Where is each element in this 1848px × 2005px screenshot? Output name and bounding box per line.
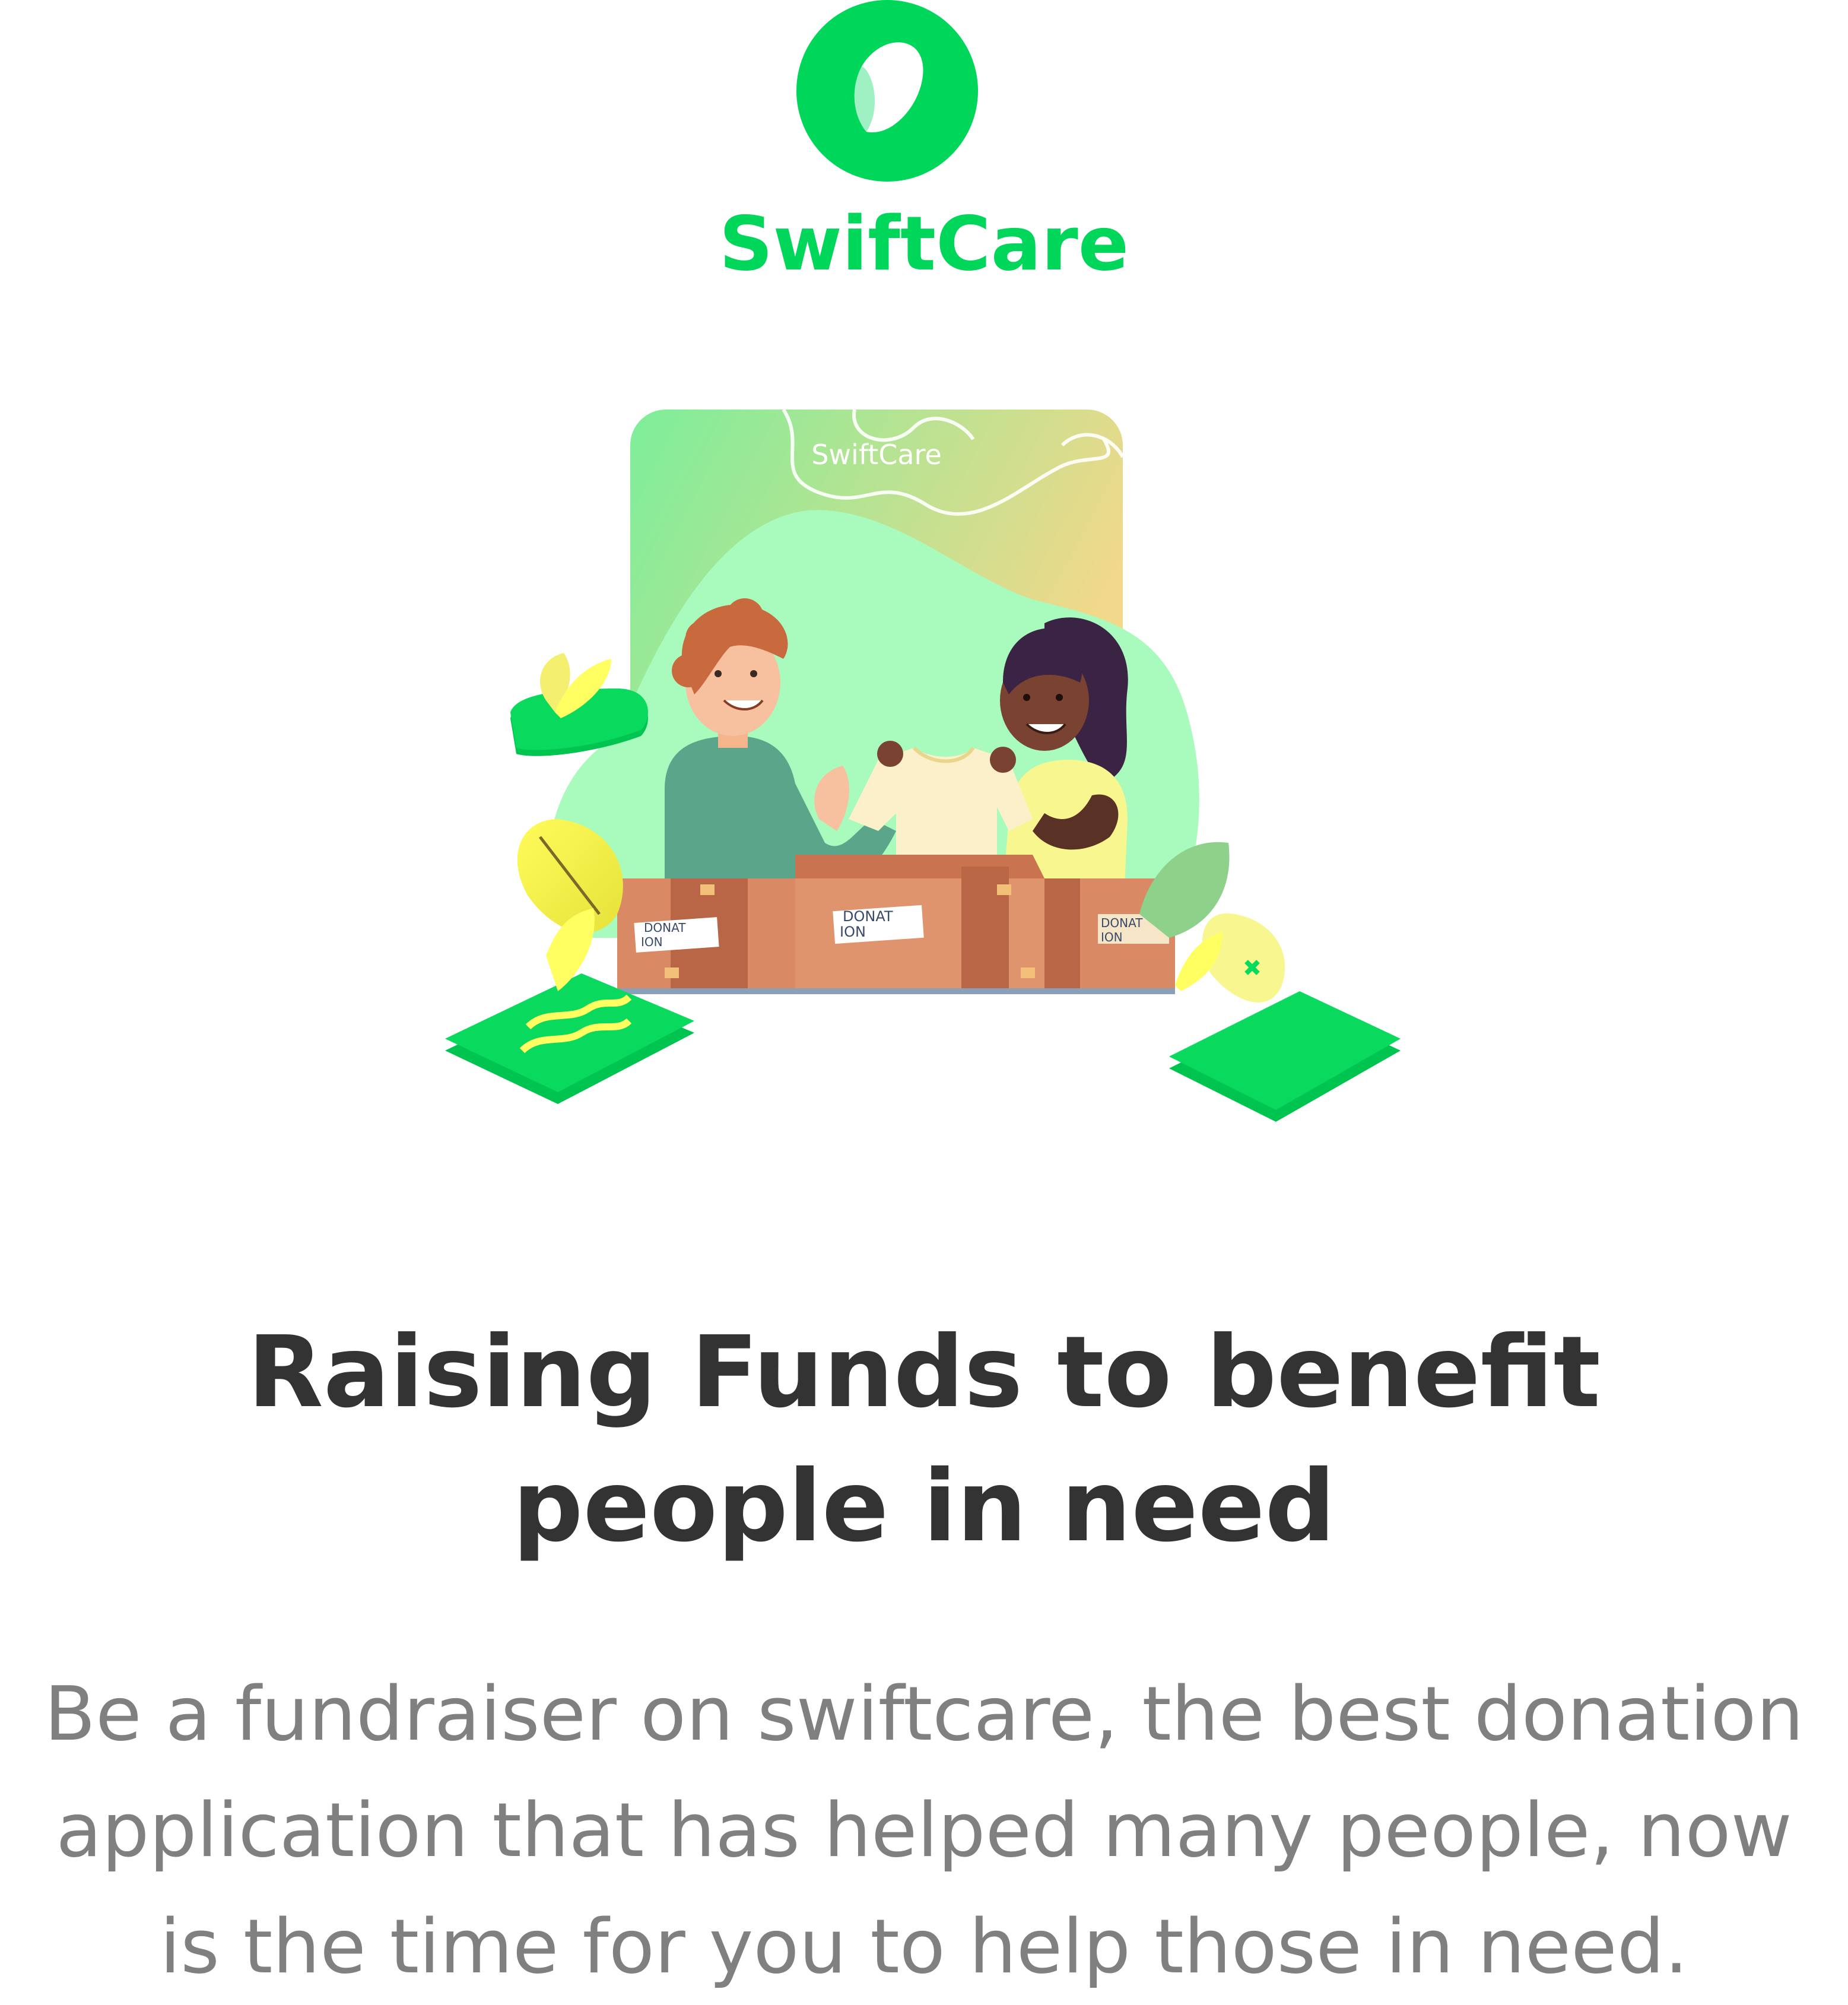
page-description-line-2: application that has helped many people,…: [56, 1787, 1792, 1874]
plant-icon: [1139, 842, 1401, 1122]
page-description-line-1: Be a fundraiser on swiftcare, the best d…: [44, 1670, 1804, 1757]
box-label-left: DONAT ION: [634, 917, 719, 953]
box-label-center: DONAT ION: [833, 905, 924, 944]
svg-text:DONAT: DONAT: [843, 908, 893, 925]
card-brand-label: SwiftCare: [811, 439, 942, 471]
svg-text:ION: ION: [641, 935, 663, 949]
svg-text:DONAT: DONAT: [644, 921, 686, 935]
swiftcare-logo-icon: [796, 0, 978, 182]
left-platform-small: [510, 653, 648, 756]
brand-name: SwiftCare: [719, 200, 1129, 287]
page-description: Be a fundraiser on swiftcare, the best d…: [0, 1656, 1848, 2005]
svg-text:DONAT: DONAT: [1101, 916, 1143, 930]
page-title: Raising Funds to benefit people in need: [0, 1306, 1848, 1574]
page-title-line-1: Raising Funds to benefit: [247, 1315, 1601, 1430]
svg-text:ION: ION: [1101, 930, 1123, 944]
page-title-line-2: people in need: [512, 1449, 1336, 1564]
page-description-line-3: is the time for you to help those in nee…: [160, 1903, 1688, 1990]
donation-illustration: SwiftCare DONAT ION DONAT ION DONAT ION: [445, 408, 1401, 1122]
svg-text:ION: ION: [840, 924, 866, 940]
